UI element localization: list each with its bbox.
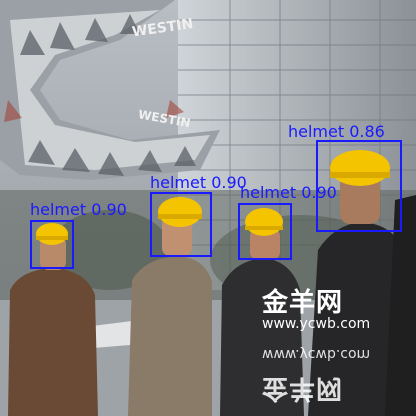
watermark-url: www.ycwb.com (262, 316, 371, 332)
detection-label: helmet 0.90 (30, 201, 127, 219)
detection-class: helmet (30, 200, 87, 219)
watermark-logo: 金羊网 (262, 288, 344, 318)
detection-box (238, 203, 292, 260)
detection-class: helmet (288, 122, 345, 141)
photo-scene: WESTIN WESTIN helmet 0.90 helmet 0.90 he… (0, 0, 416, 416)
detection-class: helmet (240, 183, 297, 202)
detection-score: 0.90 (91, 200, 127, 219)
detection-label: helmet 0.86 (288, 123, 385, 141)
watermark-logo-reflection: 金羊网 (262, 373, 344, 403)
detection-class: helmet (150, 173, 207, 192)
detection-label: helmet 0.90 (150, 174, 247, 192)
detection-score: 0.86 (349, 122, 385, 141)
detection-box (150, 192, 212, 257)
watermark-url-reflection: www.ycwb.com (262, 346, 371, 362)
detection-box (30, 220, 74, 269)
detection-box (316, 140, 402, 232)
